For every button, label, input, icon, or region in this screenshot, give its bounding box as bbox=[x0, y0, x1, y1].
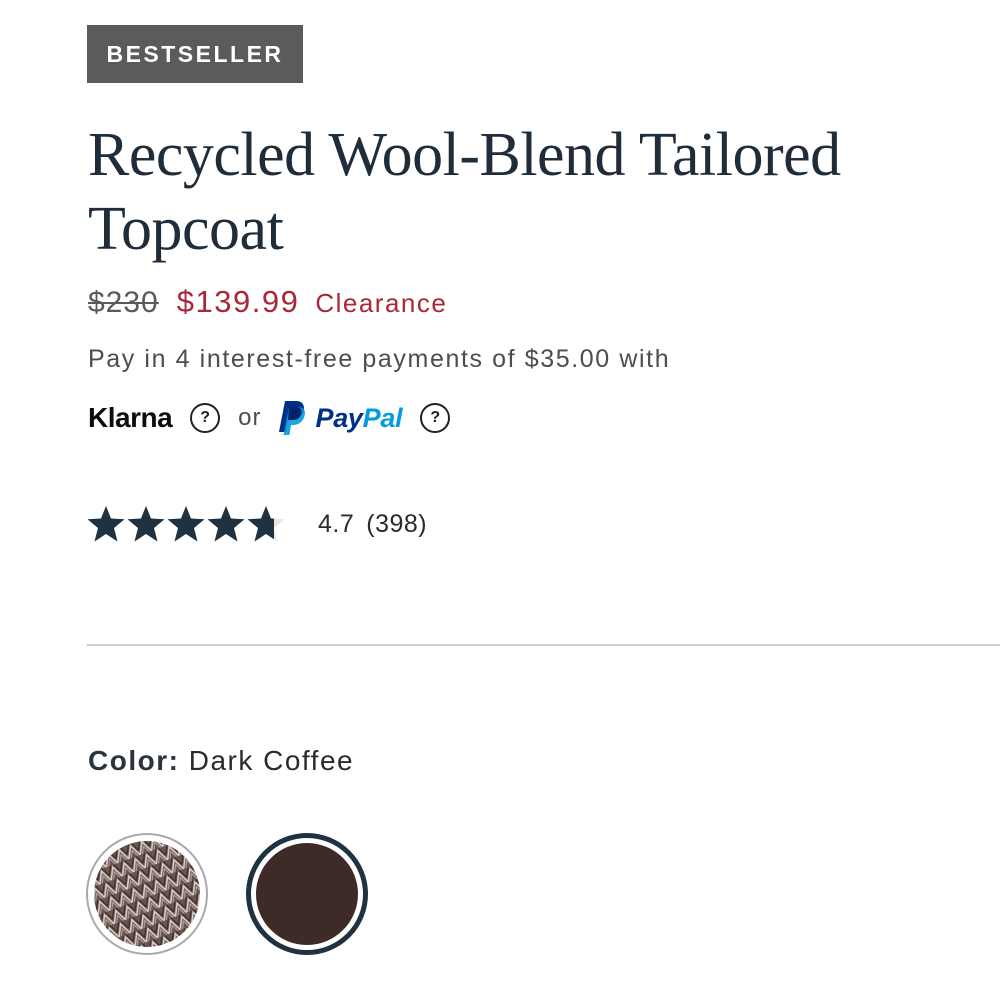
section-divider bbox=[87, 644, 1000, 646]
swatch-herringbone[interactable] bbox=[86, 833, 208, 955]
or-text: or bbox=[238, 404, 262, 431]
selected-color-name: Dark Coffee bbox=[188, 745, 355, 776]
clearance-label: Clearance bbox=[315, 288, 448, 318]
color-label: Color: Dark Coffee bbox=[88, 745, 354, 777]
product-title: Recycled Wool-Blend Tailored Topcoat bbox=[88, 121, 841, 263]
sale-price: $139.99 bbox=[176, 284, 300, 319]
dark-coffee-swatch-icon bbox=[256, 843, 358, 945]
swatch-dark-coffee[interactable] bbox=[246, 833, 368, 955]
star-icon bbox=[87, 506, 125, 542]
color-label-key: Color: bbox=[88, 745, 180, 776]
klarna-help-icon[interactable]: ? bbox=[190, 403, 221, 433]
star-rating[interactable] bbox=[86, 504, 286, 544]
star-icon bbox=[247, 506, 285, 542]
installment-text: Pay in 4 interest-free payments of $35.0… bbox=[88, 345, 671, 373]
review-count[interactable]: (398) bbox=[366, 510, 427, 539]
payment-options-row: Klarna ? or PayPal ? bbox=[88, 396, 451, 440]
rating-score: 4.7 bbox=[318, 509, 355, 538]
star-icon bbox=[127, 506, 165, 542]
price-row: $230 $139.99 Clearance bbox=[88, 284, 447, 320]
paypal-help-icon[interactable]: ? bbox=[420, 403, 451, 433]
rating-row[interactable]: 4.7 (398) bbox=[86, 504, 427, 544]
color-swatches bbox=[86, 833, 368, 955]
klarna-logo[interactable]: Klarna bbox=[88, 402, 173, 434]
bestseller-badge: BESTSELLER bbox=[87, 25, 303, 83]
star-icon bbox=[207, 506, 245, 542]
paypal-wordmark: PayPal bbox=[316, 403, 403, 434]
paypal-icon bbox=[278, 401, 305, 435]
paypal-pal-text: Pal bbox=[362, 402, 403, 433]
herringbone-swatch-icon bbox=[94, 841, 200, 947]
star-icon bbox=[167, 506, 205, 542]
paypal-pay-text: Pay bbox=[315, 402, 363, 433]
original-price: $230 bbox=[88, 286, 159, 319]
paypal-logo[interactable]: PayPal bbox=[276, 400, 403, 436]
